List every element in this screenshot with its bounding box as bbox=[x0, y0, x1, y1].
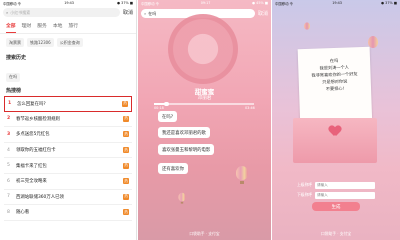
envelope bbox=[293, 118, 377, 163]
hot-text: 怎么回复在吗? bbox=[17, 101, 46, 107]
chat-bubble: 还有喜欢你 bbox=[158, 163, 188, 174]
chip-railway[interactable]: 铁路12306 bbox=[27, 38, 54, 47]
vinyl-record-icon bbox=[168, 14, 238, 84]
progress-bar[interactable] bbox=[154, 101, 254, 106]
hot-badge-icon: 热 bbox=[123, 178, 129, 185]
hot-badge-icon: 热 bbox=[123, 209, 129, 216]
hot-badge-icon: 热 bbox=[123, 115, 129, 122]
hot-air-balloon-icon bbox=[236, 166, 248, 184]
chip-taopiaopiao[interactable]: 淘票票 bbox=[6, 38, 24, 47]
tab-service[interactable]: 服务 bbox=[37, 22, 47, 33]
input-label: 上级称呼 bbox=[297, 182, 313, 187]
tab-local[interactable]: 本地 bbox=[53, 22, 63, 33]
hot-rank: 1 bbox=[8, 101, 12, 107]
carrier-label: 中国移动 令 bbox=[141, 1, 160, 6]
hot-text: 西湖站联储360万人已领 bbox=[16, 194, 64, 200]
status-bar: 中国移动 令 19:43 ● 37% ■ bbox=[272, 0, 400, 6]
carrier-label: 中国移动 令 bbox=[3, 1, 22, 6]
hot-badge-icon: 热 bbox=[123, 131, 129, 138]
search-icon: ⌕ bbox=[144, 11, 147, 16]
hot-badge-icon: 热 bbox=[123, 147, 129, 154]
hot-air-balloon-icon bbox=[178, 192, 186, 204]
hot-rank: 2 bbox=[7, 116, 11, 122]
search-icon: ⌕ bbox=[6, 10, 9, 15]
input-row-subordinate: 下级称呼 请输入 bbox=[297, 191, 375, 199]
hot-search-row[interactable]: 2 春节返乡核酸检测规则 热 bbox=[4, 112, 132, 128]
generate-button[interactable]: 生成 bbox=[312, 202, 360, 211]
search-page-panel: 中国移动 令 19:43 ● 37% ■ ⌕ 小红书搜索 取消 全部 理财 服务… bbox=[0, 0, 137, 240]
hot-rank: 5 bbox=[7, 163, 10, 169]
battery-label: ● 37% ■ bbox=[117, 1, 133, 5]
chat-bubble: 在吗? bbox=[158, 111, 178, 122]
chat-bubble: 喜欢张曼玉和黎明的电影 bbox=[158, 144, 215, 155]
hot-rank: 3 bbox=[7, 131, 11, 137]
song-artist: 邓丽君 bbox=[197, 96, 212, 101]
input-row-superior: 上级称呼 请输入 bbox=[297, 181, 375, 189]
hot-text: 集福卡来了红包 bbox=[16, 163, 47, 169]
chip-fund[interactable]: 公积金查询 bbox=[56, 38, 83, 47]
time-elapsed: 00:18 bbox=[154, 106, 164, 110]
hot-air-balloon-icon bbox=[304, 22, 310, 30]
hot-text: 多点送您5元红包 bbox=[16, 132, 50, 138]
hot-rank: 6 bbox=[7, 178, 10, 184]
love-letter: 在吗 我是刘涛一个人 我非常喜欢你的一个好友 只是想对你说 不要担心! bbox=[297, 46, 373, 130]
time-total: 03:46 bbox=[245, 106, 255, 110]
hot-rank: 8 bbox=[7, 209, 10, 215]
letter-line: 不要担心! bbox=[325, 85, 345, 92]
tab-travel[interactable]: 旅行 bbox=[68, 22, 78, 33]
hot-badge-icon: 热 bbox=[122, 100, 128, 107]
chat-bubble: 我还是喜欢邓丽君的歌 bbox=[158, 127, 210, 138]
carrier-label: 中国移动 令 bbox=[275, 1, 294, 6]
superior-name-input[interactable]: 请输入 bbox=[315, 181, 375, 189]
hot-search-row[interactable]: 1 怎么回复在吗? 热 bbox=[4, 96, 132, 112]
cancel-button[interactable]: 取消 bbox=[258, 10, 268, 17]
history-title: 搜索历史 bbox=[6, 55, 27, 61]
input-label: 下级称呼 bbox=[297, 192, 313, 197]
search-placeholder: 小红书搜索 bbox=[10, 9, 31, 15]
hot-rank: 7 bbox=[7, 194, 10, 200]
hot-badge-icon: 热 bbox=[123, 162, 129, 169]
heart-icon bbox=[329, 126, 341, 137]
hot-search-row[interactable]: 3 多点送您5元红包 热 bbox=[4, 127, 132, 143]
hot-search-title: 热搜榜 bbox=[6, 88, 22, 94]
hot-text: 初三完全攻略来 bbox=[16, 179, 47, 185]
hot-search-row[interactable]: 5 集福卡来了红包 热 bbox=[4, 158, 132, 174]
hot-search-list: 1 怎么回复在吗? 热 2 春节返乡核酸检测规则 热 3 多点送您5元红包 热 … bbox=[0, 96, 136, 221]
quick-chips: 淘票票 铁路12306 公积金查询 bbox=[0, 34, 136, 51]
hot-search-row[interactable]: 7 西湖站联储360万人已领 热 bbox=[4, 190, 132, 206]
hot-text: 春节返乡核酸检测规则 bbox=[16, 116, 60, 122]
hot-search-row[interactable]: 8 随心看 热 bbox=[4, 205, 132, 221]
hot-text: 随心看 bbox=[16, 210, 30, 216]
hot-search-row[interactable]: 4 领取你的五福红包卡 热 bbox=[4, 143, 132, 159]
battery-label: ● 45% ■ bbox=[252, 1, 268, 5]
cancel-button[interactable]: 取消 bbox=[123, 9, 133, 16]
clock: 19:43 bbox=[64, 1, 74, 5]
history-item[interactable]: 在吗 bbox=[6, 72, 20, 82]
battery-label: ● 37% ■ bbox=[381, 1, 397, 5]
tab-all[interactable]: 全部 bbox=[6, 22, 16, 33]
hot-rank: 4 bbox=[7, 147, 10, 153]
brand-footer: 口袋助手 · 支付宝 bbox=[189, 231, 220, 236]
hot-badge-icon: 热 bbox=[123, 193, 129, 200]
tab-finance[interactable]: 理财 bbox=[22, 22, 32, 33]
letter-page-panel: 中国移动 令 19:43 ● 37% ■ 在吗 我是刘涛一个人 我非常喜欢你的一… bbox=[272, 0, 400, 240]
subordinate-name-input[interactable]: 请输入 bbox=[315, 191, 375, 199]
music-page-panel: 中国移动 令 09:17 ● 45% ■ ⌕ 在吗 取消 甜蜜蜜 邓丽君 00:… bbox=[138, 0, 271, 240]
hot-text: 领取你的五福红包卡 bbox=[16, 148, 56, 154]
clock: 09:17 bbox=[200, 1, 211, 5]
brand-footer: 口袋助手 · 支付宝 bbox=[320, 231, 352, 236]
search-input[interactable]: ⌕ 小红书搜索 bbox=[3, 8, 120, 17]
category-tabs: 全部 理财 服务 本地 旅行 bbox=[0, 19, 136, 34]
search-value: 在吗 bbox=[148, 10, 157, 16]
clock: 19:43 bbox=[332, 1, 342, 5]
hot-search-row[interactable]: 6 初三完全攻略来 热 bbox=[4, 174, 132, 190]
progress-handle[interactable] bbox=[164, 101, 169, 106]
